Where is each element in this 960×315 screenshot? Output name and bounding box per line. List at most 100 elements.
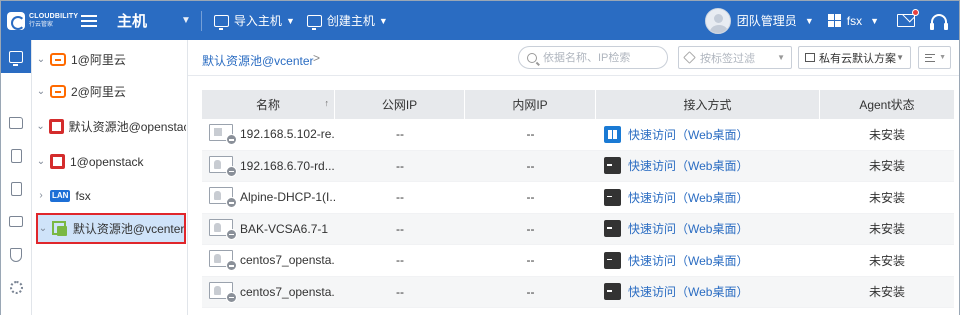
scheme-icon bbox=[805, 53, 815, 62]
cell-agent-status: 未安装 bbox=[868, 127, 905, 142]
tag-filter-select[interactable]: 按标签过滤 ▼ bbox=[678, 46, 792, 69]
cloud-logo-icon bbox=[7, 11, 25, 30]
terminal-icon bbox=[604, 188, 621, 206]
chevron-down-icon: ▼ bbox=[378, 15, 388, 26]
cell-private-ip: -- bbox=[526, 190, 535, 205]
openstack-icon bbox=[50, 154, 65, 169]
table-row[interactable]: BAK-VCSA6.7-1 -- -- 快速访问（Web桌面） 未安装 bbox=[202, 213, 954, 245]
user-name[interactable]: 团队管理员 bbox=[737, 12, 797, 29]
rail-report[interactable] bbox=[1, 172, 31, 205]
host-name-link[interactable]: BAK-VCSA6.7-1 bbox=[240, 222, 328, 236]
search-box[interactable] bbox=[518, 46, 668, 69]
resource-tree: ⌄ 1@阿里云 ⌄ 2@阿里云 ⌄ 默认资源池@openstack ⌄ 1@op… bbox=[32, 40, 188, 315]
tree-item-aliyun-1[interactable]: ⌄ 1@阿里云 bbox=[36, 44, 186, 75]
cell-name: 192.168.5.102-re... bbox=[202, 119, 335, 150]
table-row[interactable]: 192.168.5.102-re... -- -- 快速访问（Web桌面） 未安… bbox=[202, 119, 954, 151]
col-access: 接入方式 bbox=[596, 90, 820, 119]
cell-name: centos7_opensta... bbox=[202, 277, 335, 308]
cell-name: centos7_opensta... bbox=[202, 245, 335, 276]
menu-icon[interactable] bbox=[81, 14, 97, 27]
cell-public-ip: -- bbox=[396, 284, 404, 299]
import-host-button[interactable]: 导入主机 ▼ bbox=[213, 12, 295, 30]
vm-powered-off-icon bbox=[209, 281, 237, 303]
host-name-link[interactable]: centos7_opensta... bbox=[240, 285, 335, 299]
chevron-right-icon[interactable]: › bbox=[36, 190, 46, 201]
cell-agent-status: 未安装 bbox=[868, 253, 905, 268]
tenant-name[interactable]: fsx bbox=[847, 14, 862, 28]
cell-private-ip: -- bbox=[526, 221, 535, 236]
col-name[interactable]: 名称 ↑ bbox=[202, 90, 335, 119]
chevron-down-icon[interactable]: ⌄ bbox=[36, 156, 46, 167]
quick-access-link[interactable]: 快速访问（Web桌面） bbox=[628, 220, 748, 237]
table-row[interactable]: centos7_opensta... -- -- 快速访问（Web桌面） 未安装 bbox=[202, 245, 954, 277]
terminal-icon bbox=[604, 157, 621, 175]
aliyun-icon bbox=[50, 53, 66, 66]
rail-clipboard[interactable] bbox=[1, 139, 31, 172]
column-settings-button[interactable]: ▼ bbox=[918, 46, 951, 69]
table-row[interactable]: 192.168.6.70-rd... -- -- 快速访问（Web桌面） 未安装 bbox=[202, 150, 954, 182]
cell-name: 192.168.6.70-rd... bbox=[202, 151, 335, 182]
table-body: 192.168.5.102-re... -- -- 快速访问（Web桌面） 未安… bbox=[202, 119, 954, 308]
rail-settings[interactable] bbox=[1, 271, 31, 304]
host-name-link[interactable]: 192.168.5.102-re... bbox=[240, 127, 335, 141]
vm-powered-off-icon bbox=[209, 250, 237, 272]
support-headset-icon[interactable] bbox=[930, 13, 948, 30]
quick-access-link[interactable]: 快速访问（Web桌面） bbox=[628, 283, 748, 300]
table-row[interactable]: centos7_opensta... -- -- 快速访问（Web桌面） 未安装 bbox=[202, 276, 954, 308]
top-bar: CLOUDBILITY 行云管家 主机 ▼ 导入主机 ▼ 创建主机 ▼ 团队管理… bbox=[1, 1, 959, 40]
table-row[interactable]: Alpine-DHCP-1(I... -- -- 快速访问（Web桌面） 未安装 bbox=[202, 182, 954, 214]
tree-item-openstack-1[interactable]: ⌄ 1@openstack bbox=[36, 146, 186, 177]
scheme-select[interactable]: 私有云默认方案 ▼ bbox=[798, 46, 911, 69]
quick-access-link[interactable]: 快速访问（Web桌面） bbox=[628, 157, 748, 174]
avatar[interactable] bbox=[704, 7, 731, 34]
tree-item-vcenter-default[interactable]: ⌄ 默认资源池@vcenter bbox=[36, 213, 186, 244]
rail-hosts[interactable] bbox=[1, 40, 31, 73]
quick-access-link[interactable]: 快速访问（Web桌面） bbox=[628, 189, 748, 206]
chevron-down-icon[interactable]: ⌄ bbox=[38, 223, 48, 234]
toolbar: 默认资源池@vcenter > 按标签过滤 ▼ 私有云默认方案 ▼ ▼ bbox=[188, 40, 959, 76]
host-name-link[interactable]: centos7_opensta... bbox=[240, 253, 335, 267]
quick-access-link[interactable]: 快速访问（Web桌面） bbox=[628, 126, 748, 143]
chevron-down-icon[interactable]: ⌄ bbox=[36, 54, 46, 65]
chevron-down-icon: ▼ bbox=[939, 54, 946, 61]
chevron-down-icon: ▼ bbox=[777, 53, 785, 62]
terminal-icon bbox=[604, 283, 621, 301]
quick-access-link[interactable]: 快速访问（Web桌面） bbox=[628, 252, 748, 269]
rail-security[interactable] bbox=[1, 238, 31, 271]
tenant-icon bbox=[827, 14, 841, 27]
rail-topology[interactable] bbox=[1, 73, 48, 106]
report-icon bbox=[10, 181, 22, 196]
message-icon[interactable] bbox=[897, 9, 919, 27]
chevron-down-icon[interactable]: ⌄ bbox=[36, 86, 46, 97]
tree-item-lan-fsx[interactable]: › LAN fsx bbox=[36, 180, 186, 211]
chevron-down-icon[interactable]: ⌄ bbox=[36, 121, 45, 132]
sort-arrow-icon[interactable]: ↑ bbox=[325, 98, 330, 108]
cell-access: 快速访问（Web桌面） bbox=[596, 245, 820, 276]
cell-agent-status: 未安装 bbox=[868, 190, 905, 205]
col-public-ip: 公网IP bbox=[335, 90, 465, 119]
breadcrumb[interactable]: 默认资源池@vcenter bbox=[202, 52, 314, 69]
brand-subname: 行云管家 bbox=[29, 22, 54, 28]
cell-public-ip: -- bbox=[396, 253, 404, 268]
import-monitor-icon bbox=[213, 14, 229, 30]
notification-dot bbox=[912, 9, 919, 16]
search-input[interactable] bbox=[543, 51, 663, 64]
settings-icon bbox=[9, 281, 23, 294]
host-name-link[interactable]: 192.168.6.70-rd... bbox=[240, 159, 335, 173]
cell-access: 快速访问（Web桌面） bbox=[596, 214, 820, 245]
brand-logo[interactable]: CLOUDBILITY 行云管家 bbox=[1, 11, 79, 30]
rail-folder[interactable] bbox=[1, 106, 31, 139]
tree-item-aliyun-2[interactable]: ⌄ 2@阿里云 bbox=[36, 76, 186, 107]
create-host-button[interactable]: 创建主机 ▼ bbox=[306, 12, 388, 30]
chevron-down-icon[interactable]: ▼ bbox=[181, 15, 191, 26]
main-content: 默认资源池@vcenter > 按标签过滤 ▼ 私有云默认方案 ▼ ▼ 名称 ↑… bbox=[188, 40, 959, 315]
host-table: 名称 ↑ 公网IP 内网IP 接入方式 Agent状态 192.168.5.10… bbox=[202, 90, 954, 308]
chevron-down-icon[interactable]: ▼ bbox=[870, 16, 879, 26]
host-name-link[interactable]: Alpine-DHCP-1(I... bbox=[240, 190, 335, 204]
module-title[interactable]: 主机 bbox=[117, 10, 147, 31]
tree-item-openstack-default[interactable]: ⌄ 默认资源池@openstack bbox=[36, 111, 186, 142]
icon-rail bbox=[1, 40, 48, 315]
chevron-down-icon[interactable]: ▼ bbox=[805, 16, 814, 26]
cell-private-ip: -- bbox=[526, 284, 535, 299]
rail-activity[interactable] bbox=[1, 205, 31, 238]
